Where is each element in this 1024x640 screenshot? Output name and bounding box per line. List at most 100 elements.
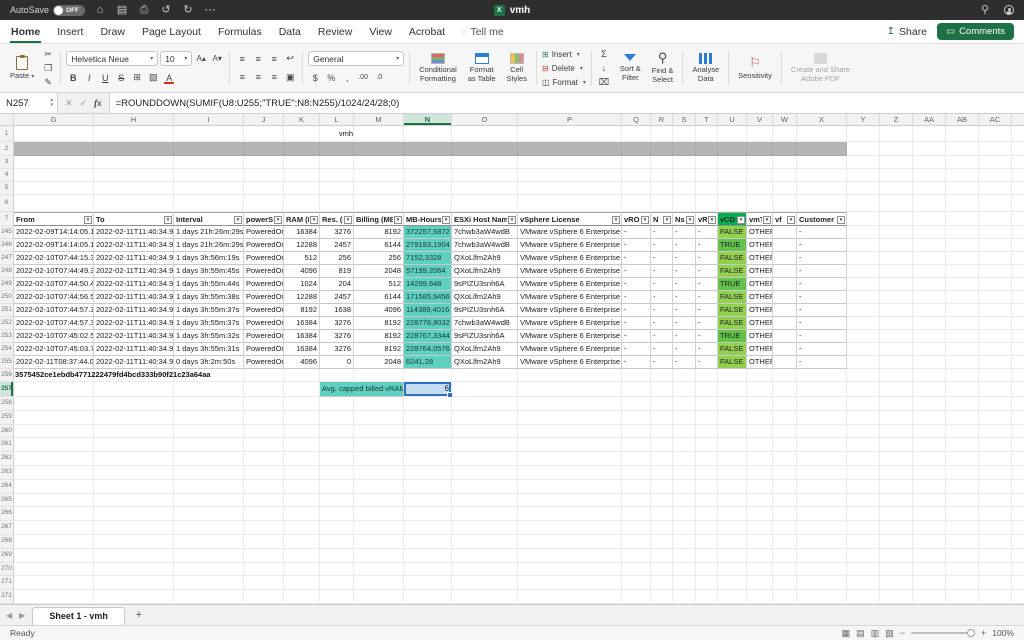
cell-Z254[interactable] (880, 343, 913, 356)
cell-X258[interactable] (797, 397, 847, 411)
cell-K272[interactable] (284, 590, 320, 604)
filter-button[interactable]: ▾ (164, 216, 172, 224)
cell-AA6[interactable] (913, 195, 946, 212)
cell-AC260[interactable] (979, 425, 1012, 439)
cell-J5[interactable] (244, 182, 284, 195)
tab-data[interactable]: Data (278, 21, 302, 43)
name-box-stepper[interactable]: ▲▼ (50, 98, 54, 108)
cell-P256[interactable] (518, 369, 622, 382)
cell-G260[interactable] (14, 425, 94, 439)
cell-I254[interactable]: 1 days 3h:55m:31s (174, 343, 244, 356)
cell-W254[interactable] (773, 343, 797, 356)
tab-acrobat[interactable]: Acrobat (408, 21, 446, 43)
cell-M245[interactable]: 8192 (354, 226, 404, 239)
cell-N254[interactable]: 228764,0576 (404, 343, 452, 356)
cell-T264[interactable] (696, 480, 718, 494)
cell-P3[interactable] (518, 156, 622, 169)
cell-U264[interactable] (718, 480, 747, 494)
cell-AA268[interactable] (913, 535, 946, 549)
cell-R258[interactable] (651, 397, 673, 411)
cell-H258[interactable] (94, 397, 174, 411)
cell-O268[interactable] (452, 535, 518, 549)
cell-Q264[interactable] (622, 480, 651, 494)
cell-H262[interactable] (94, 452, 174, 466)
cell-AC245[interactable] (979, 226, 1012, 239)
column-header-Q[interactable]: Q (622, 114, 651, 125)
home-icon[interactable]: ⌂ (93, 0, 107, 20)
cell-AC271[interactable] (979, 576, 1012, 590)
cell-K2[interactable] (284, 142, 320, 156)
cell-AB2[interactable] (946, 142, 979, 156)
cell-K5[interactable] (284, 182, 320, 195)
cell-O265[interactable] (452, 494, 518, 508)
cell-L272[interactable] (320, 590, 354, 604)
cell-Y5[interactable] (847, 182, 880, 195)
cell-P7[interactable]: vSphere License▾ (518, 212, 622, 226)
cell-J252[interactable]: PoweredOn (244, 317, 284, 330)
cell-V272[interactable] (747, 590, 773, 604)
cell-J251[interactable]: PoweredOn (244, 304, 284, 317)
cell-N256[interactable] (404, 369, 452, 382)
cell-R247[interactable]: - (651, 252, 673, 265)
cell-V270[interactable] (747, 563, 773, 577)
cell-L5[interactable] (320, 182, 354, 195)
cell-J270[interactable] (244, 563, 284, 577)
cell-M6[interactable] (354, 195, 404, 212)
cell-P260[interactable] (518, 425, 622, 439)
cell-I7[interactable]: Interval▾ (174, 212, 244, 226)
cell-K251[interactable]: 8192 (284, 304, 320, 317)
cell-H261[interactable] (94, 438, 174, 452)
column-header-T[interactable]: T (696, 114, 718, 125)
cell-S259[interactable] (673, 411, 696, 425)
conditional-formatting-button[interactable]: Conditional Formatting (415, 52, 461, 84)
cell-P250[interactable]: VMware vSphere 6 Enterprise Plus (518, 291, 622, 304)
zoom-in-icon[interactable]: + (981, 628, 986, 638)
cell-S253[interactable]: - (673, 330, 696, 343)
cell-P272[interactable] (518, 590, 622, 604)
cell-Y248[interactable] (847, 265, 880, 278)
cell-Y263[interactable] (847, 466, 880, 480)
cell-O266[interactable] (452, 507, 518, 521)
cell-L251[interactable]: 1638 (320, 304, 354, 317)
cell-V268[interactable] (747, 535, 773, 549)
cell-I4[interactable] (174, 169, 244, 182)
cell-U250[interactable]: FALSE (718, 291, 747, 304)
cell-AC263[interactable] (979, 466, 1012, 480)
cell-X268[interactable] (797, 535, 847, 549)
cell-K268[interactable] (284, 535, 320, 549)
cell-K257[interactable] (284, 382, 320, 397)
cell-AC2[interactable] (979, 142, 1012, 156)
cell-R2[interactable] (651, 142, 673, 156)
copy-button[interactable]: ❐ (41, 61, 55, 75)
cell-Q256[interactable] (622, 369, 651, 382)
cell-AB247[interactable] (946, 252, 979, 265)
cell-AB269[interactable] (946, 549, 979, 563)
filter-button[interactable]: ▾ (686, 216, 694, 224)
cell-X251[interactable]: - (797, 304, 847, 317)
cell-H248[interactable]: 2022-02-11T11:40:34.98 (94, 265, 174, 278)
cell-T250[interactable]: - (696, 291, 718, 304)
filter-button[interactable]: ▾ (508, 216, 516, 224)
cell-R251[interactable]: - (651, 304, 673, 317)
cell-O258[interactable] (452, 397, 518, 411)
cell-K267[interactable] (284, 521, 320, 535)
cell-AC247[interactable] (979, 252, 1012, 265)
cell-AB255[interactable] (946, 356, 979, 369)
cell-T247[interactable]: - (696, 252, 718, 265)
cell-O248[interactable]: QXoLlfm2Ah9 (452, 265, 518, 278)
cell-H270[interactable] (94, 563, 174, 577)
cell-Z5[interactable] (880, 182, 913, 195)
tab-review[interactable]: Review (317, 21, 353, 43)
cell-G270[interactable] (14, 563, 94, 577)
row-header-248[interactable]: 248 (0, 265, 14, 278)
cell-K254[interactable]: 16384 (284, 343, 320, 356)
cell-H245[interactable]: 2022-02-11T11:40:34.98 (94, 226, 174, 239)
cell-K246[interactable]: 12288 (284, 239, 320, 252)
cell-Q250[interactable]: - (622, 291, 651, 304)
cell-Y7[interactable] (847, 212, 880, 226)
cell-U272[interactable] (718, 590, 747, 604)
cell-U261[interactable] (718, 438, 747, 452)
cell-X261[interactable] (797, 438, 847, 452)
cell-P257[interactable] (518, 382, 622, 397)
cell-S261[interactable] (673, 438, 696, 452)
